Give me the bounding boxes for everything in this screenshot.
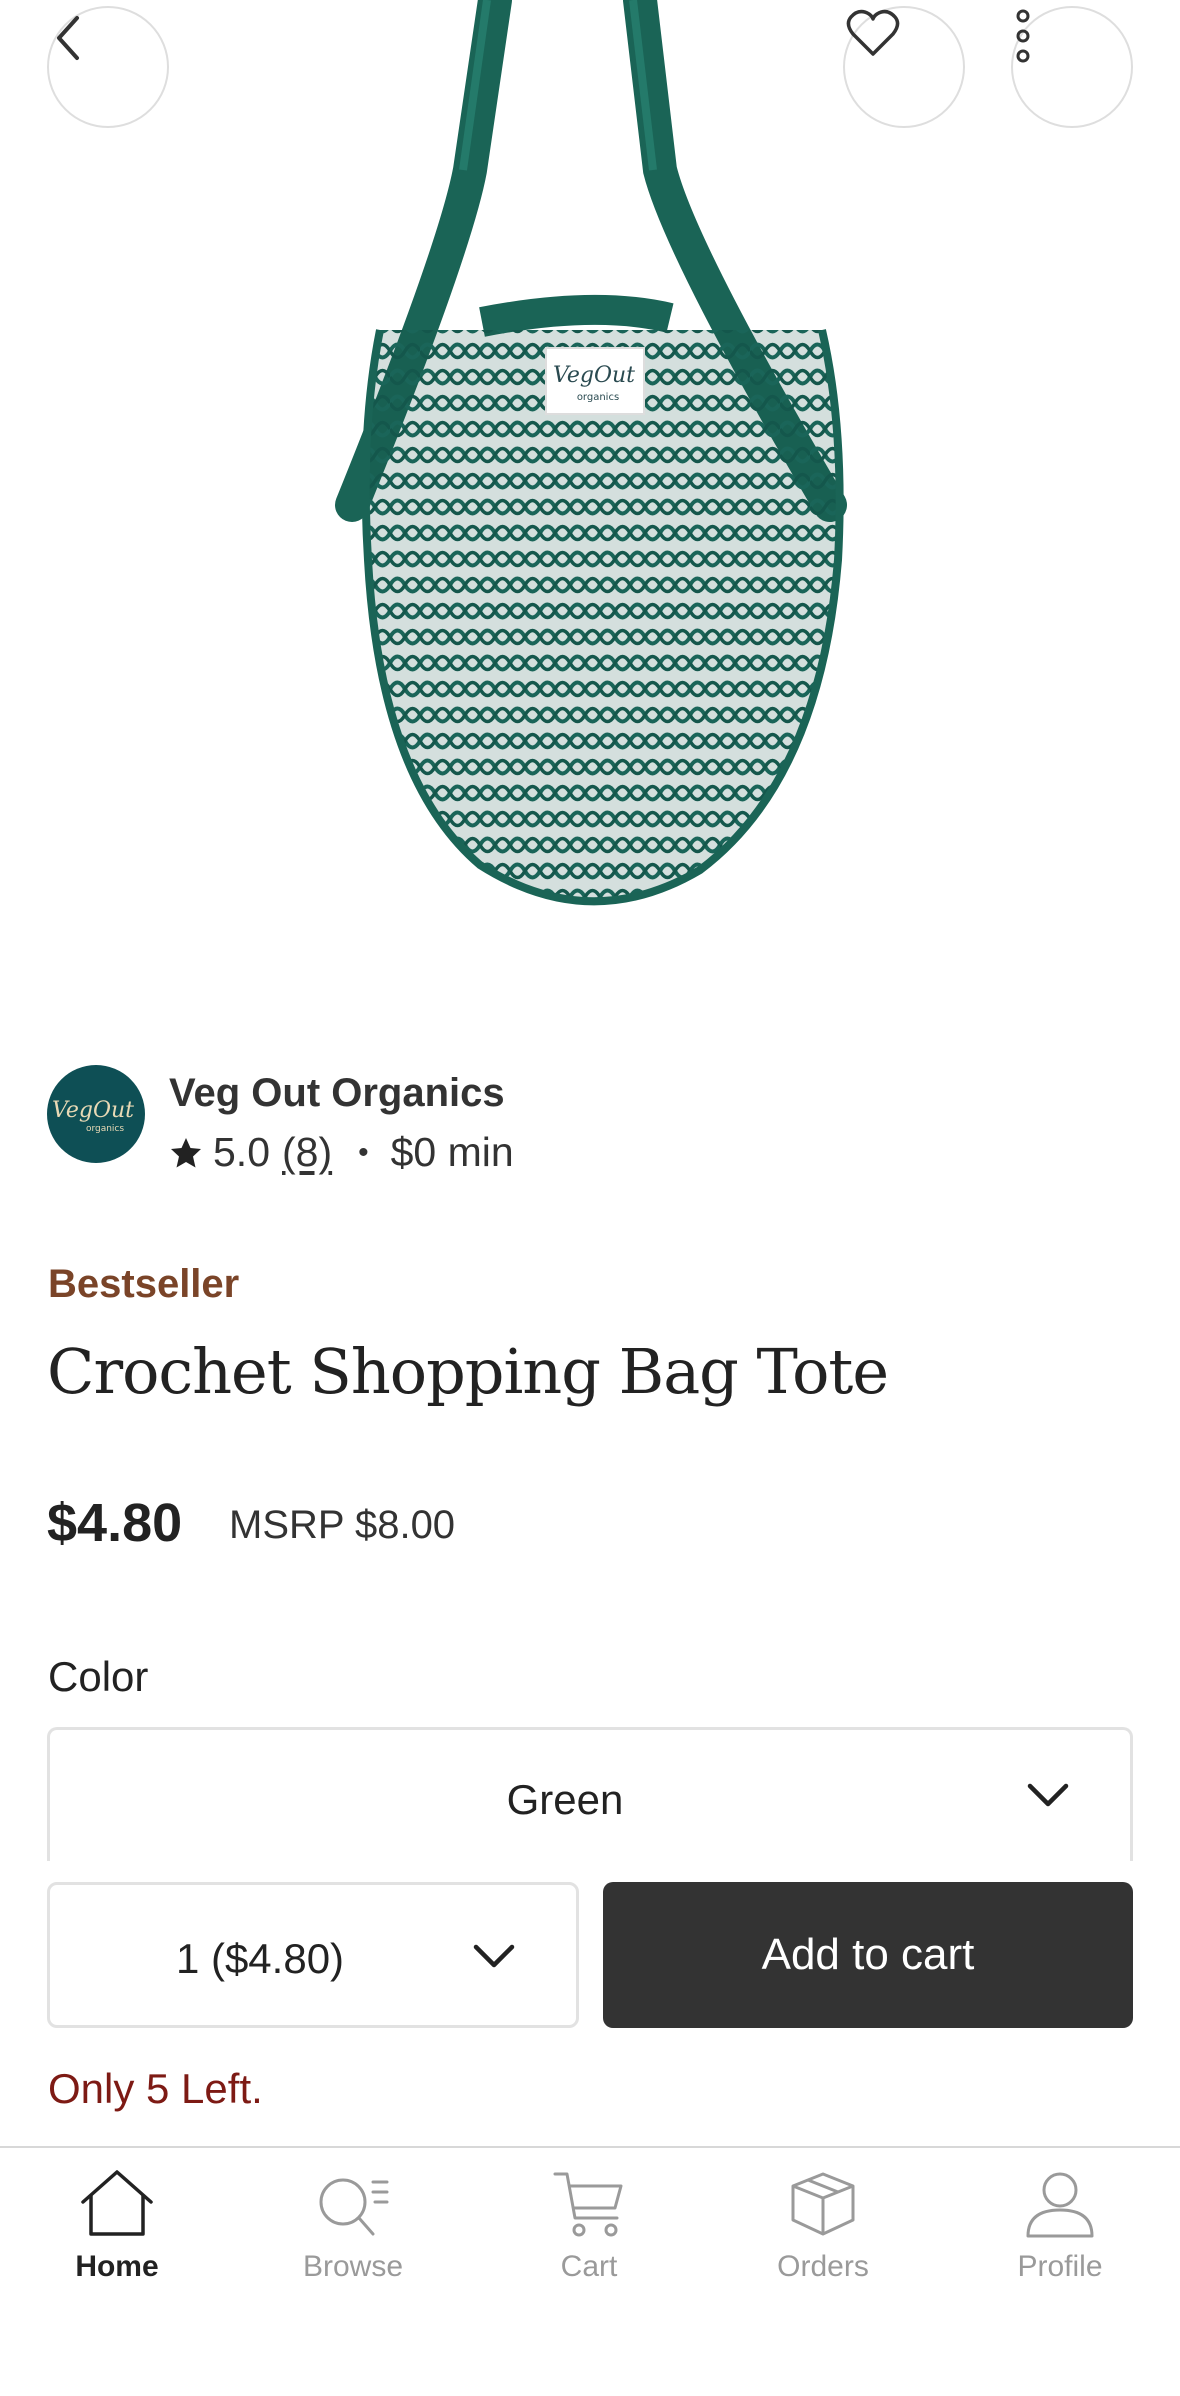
- back-button[interactable]: [47, 6, 169, 128]
- tab-cart[interactable]: Cart: [489, 2168, 689, 2318]
- shop-name[interactable]: Veg Out Organics: [169, 1071, 505, 1116]
- package-box-icon: [791, 2172, 855, 2236]
- product-image[interactable]: VegOut organics: [0, 0, 1180, 1010]
- quantity-select-value: 1 ($4.80): [175, 1935, 345, 1982]
- tab-home-label: Home: [75, 2250, 159, 2283]
- tab-browse-label: Browse: [302, 2250, 404, 2283]
- mesh-tote-bag-illustration: VegOut organics: [335, 0, 847, 906]
- add-to-cart-button[interactable]: Add to cart: [603, 1882, 1133, 2028]
- heart-icon: [846, 9, 900, 56]
- color-select-value: Green: [506, 1776, 624, 1823]
- favorite-button[interactable]: [843, 6, 965, 128]
- vertical-dots-icon: [1016, 9, 1030, 63]
- shop-meta: 5.0 (8) • $0 min: [169, 1129, 514, 1176]
- product-price: $4.80: [47, 1493, 183, 1553]
- shop-logo-text: VegOut: [52, 1098, 134, 1123]
- more-options-button[interactable]: [1011, 6, 1133, 128]
- tab-browse[interactable]: Browse: [253, 2168, 453, 2318]
- tag-logo-text: VegOut: [553, 363, 635, 388]
- product-msrp: MSRP $8.00: [229, 1503, 456, 1547]
- browse-search-icon: [319, 2178, 389, 2236]
- quantity-select[interactable]: 1 ($4.80): [47, 1882, 579, 2028]
- chevron-left-icon: [57, 16, 79, 60]
- tab-orders-label: Orders: [777, 2250, 869, 2283]
- shop-review-count-link[interactable]: (8): [282, 1129, 332, 1176]
- shop-rating: 5.0: [213, 1129, 270, 1175]
- tab-profile-label: Profile: [1017, 2250, 1103, 2283]
- color-label: Color: [48, 1653, 149, 1700]
- product-title: Crochet Shopping Bag Tote: [47, 1335, 889, 1408]
- tab-cart-label: Cart: [560, 2250, 618, 2283]
- house-icon: [81, 2170, 153, 2236]
- tag-logo-subtext: organics: [577, 392, 619, 403]
- chevron-down-icon: [1027, 1783, 1069, 1807]
- shop-logo[interactable]: VegOut organics: [47, 1065, 145, 1163]
- person-icon: [1026, 2172, 1094, 2238]
- tab-home[interactable]: Home: [17, 2168, 217, 2318]
- bottom-tab-bar: Home Browse Cart Orders Profile: [0, 2146, 1180, 2396]
- shop-info[interactable]: VegOut organics Veg Out Organics 5.0 (8)…: [47, 1065, 1137, 1175]
- star-icon: [171, 1137, 201, 1167]
- meta-separator: •: [358, 1135, 369, 1169]
- shop-logo-subtext: organics: [86, 1124, 124, 1134]
- stock-notice: Only 5 Left.: [48, 2065, 263, 2112]
- shopping-cart-icon: [553, 2172, 623, 2237]
- shop-logo-image: VegOut organics: [52, 1098, 134, 1134]
- color-select[interactable]: Green: [47, 1727, 1133, 1861]
- shop-minimum: $0 min: [390, 1129, 514, 1175]
- bestseller-badge: Bestseller: [48, 1262, 240, 1306]
- chevron-down-icon: [473, 1944, 515, 1968]
- tab-profile[interactable]: Profile: [960, 2168, 1160, 2318]
- tab-orders[interactable]: Orders: [723, 2168, 923, 2318]
